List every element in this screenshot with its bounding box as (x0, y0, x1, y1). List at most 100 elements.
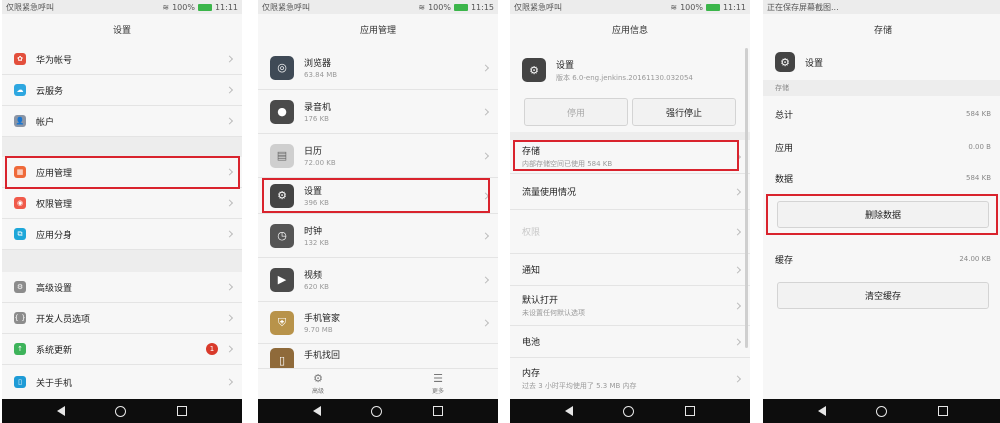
chevron-right-icon (225, 55, 234, 63)
home-icon[interactable] (876, 405, 888, 417)
chevron-right-icon (225, 283, 234, 291)
chevron-right-icon (225, 199, 234, 207)
carrier-text: 仅限紧急呼叫 (514, 2, 562, 12)
section-header-storage: 存储 (763, 80, 1000, 96)
chevron-right-icon (481, 63, 490, 72)
back-icon[interactable] (565, 406, 574, 416)
app-item-calendar[interactable]: ▤ 日历 72.00 KB (258, 134, 498, 178)
carrier-text: 仅限紧急呼叫 (6, 2, 54, 12)
app-header: ⚙ 设置 (763, 46, 1000, 78)
info-item-open-by-default[interactable]: 默认打开 未设置任何默认选项 (510, 286, 750, 326)
calendar-icon: ▤ (270, 143, 294, 168)
recents-icon[interactable] (176, 406, 187, 416)
browser-icon: ◎ (270, 55, 294, 80)
status-bar: 正在保存屏幕截图... (763, 0, 1000, 14)
highlight-storage (513, 140, 739, 171)
chevron-right-icon (225, 86, 234, 94)
recents-icon[interactable] (684, 406, 695, 416)
settings-item-account[interactable]: 👤 帐户 (2, 106, 242, 137)
storage-app-row: 应用 0.00 B (775, 143, 991, 154)
app-info-screen: 仅限紧急呼叫 ≋ 100% 11:11 应用信息 ⚙ 设置 版本 6.0-eng… (510, 0, 750, 423)
force-stop-button[interactable]: 强行停止 (632, 98, 736, 126)
battery-icon (705, 3, 720, 11)
settings-item-app-twin[interactable]: ⧉ 应用分身 (2, 219, 242, 250)
status-bar: 仅限紧急呼叫 ≋ 100% 11:15 (258, 0, 498, 14)
disable-button[interactable]: 停用 (524, 98, 628, 126)
update-icon: ↑ (14, 343, 26, 355)
wifi-icon: ≋ (418, 2, 426, 12)
back-icon[interactable] (818, 406, 827, 416)
video-icon: ▶ (270, 267, 294, 292)
chevron-right-icon (225, 230, 234, 238)
tab-advanced[interactable]: ⚙ 高级 (258, 369, 378, 399)
page-title: 设置 (2, 14, 242, 44)
settings-item-permissions[interactable]: ◉ 权限管理 (2, 188, 242, 219)
nav-bar (510, 399, 750, 423)
recents-icon[interactable] (937, 406, 948, 416)
gear-icon: ⚙ (522, 58, 546, 82)
app-version: 版本 6.0-eng.jenkins.20161130.032054 (556, 73, 693, 82)
battery-percent: 100% (172, 2, 195, 12)
recents-icon[interactable] (432, 406, 443, 416)
chevron-right-icon (733, 265, 742, 274)
highlight-app-management (5, 156, 240, 189)
chevron-right-icon (733, 227, 742, 236)
app-header: ⚙ 设置 版本 6.0-eng.jenkins.20161130.032054 (510, 46, 750, 94)
app-item-phone-finder[interactable]: ▯ 手机找回 (258, 344, 498, 368)
tab-more[interactable]: ☰ 更多 (378, 369, 498, 399)
battery-percent: 100% (680, 2, 703, 12)
home-icon[interactable] (115, 405, 127, 417)
info-item-notifications[interactable]: 通知 (510, 254, 750, 286)
shield-icon: ⛨ (270, 310, 294, 335)
nav-bar (763, 399, 1000, 423)
info-item-data-usage[interactable]: 流量使用情况 (510, 174, 750, 210)
settings-item-developer[interactable]: { } 开发人员选项 (2, 303, 242, 334)
storage-data-row: 数据 584 KB (775, 174, 991, 185)
app-item-browser[interactable]: ◎ 浏览器 63.84 MB (258, 46, 498, 90)
page-title: 应用信息 (510, 14, 750, 44)
account-icon: 👤 (14, 115, 26, 127)
app-item-recorder[interactable]: ● 录音机 176 KB (258, 90, 498, 134)
cloud-icon: ☁ (14, 84, 26, 96)
settings-item-huawei-account[interactable]: ✿ 华为帐号 (2, 44, 242, 75)
info-item-memory[interactable]: 内存 过去 3 小时平均使用了 5.3 MB 内存 (510, 358, 750, 399)
settings-item-cloud[interactable]: ☁ 云服务 (2, 75, 242, 106)
info-item-battery[interactable]: 电池 (510, 326, 750, 358)
home-icon[interactable] (371, 405, 383, 417)
storage-cache-row: 缓存 24.00 KB (775, 255, 991, 266)
app-item-clock[interactable]: ◷ 时钟 132 KB (258, 214, 498, 258)
notification-text: 正在保存屏幕截图... (767, 2, 839, 12)
storage-screen: 正在保存屏幕截图... 存储 ⚙ 设置 存储 总计 584 KB 应用 0.00… (763, 0, 1000, 423)
clock-icon: ◷ (270, 223, 294, 248)
app-item-phone-manager[interactable]: ⛨ 手机管家 9.70 MB (258, 302, 498, 344)
recorder-icon: ● (270, 99, 294, 124)
app-management-screen: 仅限紧急呼叫 ≋ 100% 11:15 应用管理 ◎ 浏览器 63.84 MB ●… (258, 0, 498, 423)
app-item-video[interactable]: ▶ 视频 620 KB (258, 258, 498, 302)
settings-item-about-phone[interactable]: ▯ 关于手机 (2, 365, 242, 399)
status-bar: 仅限紧急呼叫 ≋ 100% 11:11 (510, 0, 750, 14)
back-icon[interactable] (57, 406, 66, 416)
chevron-right-icon (481, 318, 490, 327)
battery-percent: 100% (428, 2, 451, 12)
clear-cache-button[interactable]: 清空缓存 (777, 282, 989, 309)
settings-item-advanced[interactable]: ⚙ 高级设置 (2, 272, 242, 303)
gear-icon: ⚙ (313, 372, 323, 385)
clock-time: 11:11 (214, 2, 238, 12)
page-title: 存储 (763, 14, 1000, 44)
chevron-right-icon (481, 231, 490, 240)
back-icon[interactable] (313, 406, 322, 416)
phone-finder-icon: ▯ (270, 348, 294, 368)
huawei-icon: ✿ (14, 53, 26, 65)
settings-item-system-update[interactable]: ↑ 系统更新 1 (2, 334, 242, 365)
info-item-permissions: 权限 (510, 210, 750, 254)
chevron-right-icon (225, 345, 234, 353)
battery-icon (197, 3, 212, 11)
chevron-right-icon (733, 187, 742, 196)
wifi-icon: ≋ (670, 2, 678, 12)
update-badge: 1 (206, 343, 218, 355)
status-bar: 仅限紧急呼叫 ≋ 100% 11:11 (2, 0, 242, 14)
scrollbar[interactable] (745, 48, 748, 348)
chevron-right-icon (225, 314, 234, 322)
menu-icon: ☰ (433, 372, 443, 385)
home-icon[interactable] (623, 405, 635, 417)
